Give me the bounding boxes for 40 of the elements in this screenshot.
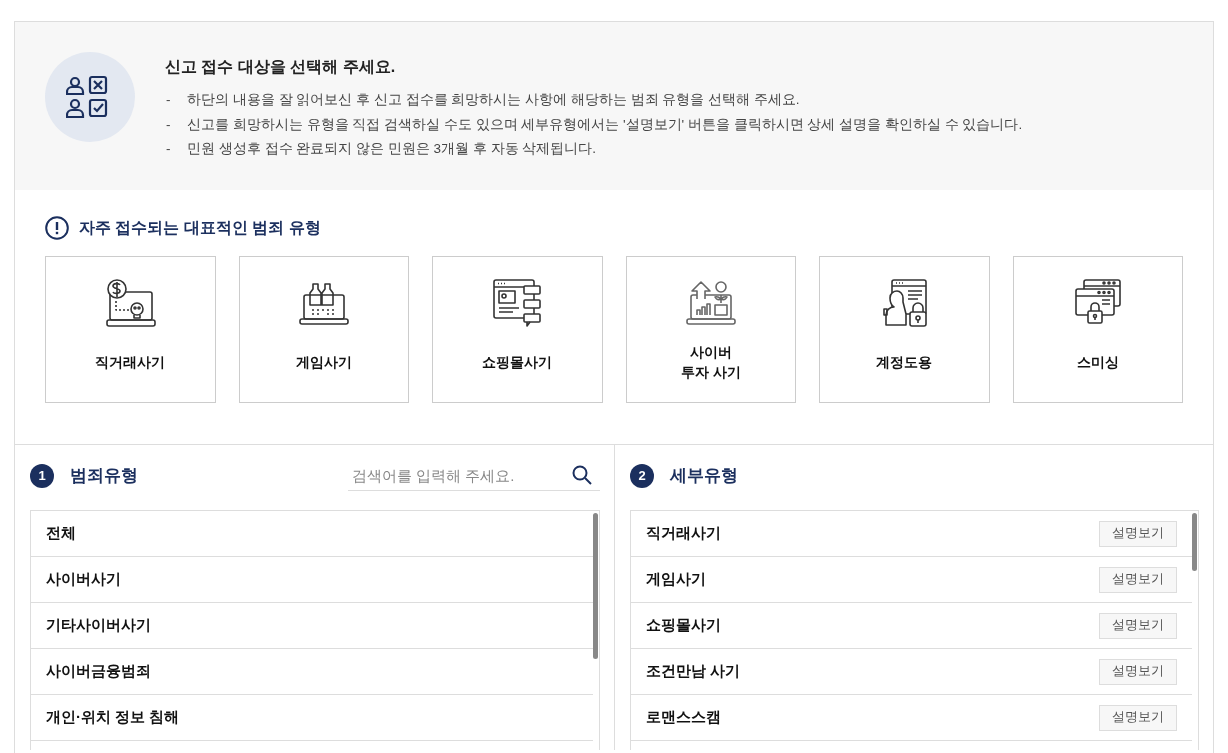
- crime-type-card[interactable]: 사이버 투자 사기: [625, 256, 796, 403]
- panel-title: 세부유형: [670, 464, 738, 487]
- list-item[interactable]: 개인·위치 정보 침해: [31, 695, 593, 741]
- note-text: 하단의 내용을 잘 읽어보신 후 신고 접수를 희망하시는 사항에 해당하는 범죄 유형을 선택해 주세요.: [187, 91, 800, 109]
- scrollbar-thumb[interactable]: [1192, 513, 1197, 571]
- scrollbar-thumb[interactable]: [593, 513, 598, 659]
- details-button[interactable]: 설명보기: [1099, 612, 1177, 639]
- note-text: 신고를 희망하시는 유형을 직접 검색하실 수도 있으며 세부유형에서는 '설명보기' 버튼을 클릭하시면 상세 설명을 확인하실 수 있습니다.: [187, 115, 1023, 134]
- crime-type-card[interactable]: 스미싱: [1012, 256, 1183, 403]
- list-item[interactable]: 사이버사기: [31, 557, 593, 603]
- list-item[interactable]: 전체: [31, 511, 593, 557]
- list-item[interactable]: 쇼핑몰사기: [646, 614, 721, 637]
- note-text: 민원 생성후 접수 완료되지 않은 민원은 3개월 후 자동 삭제됩니다.: [187, 140, 596, 158]
- details-button[interactable]: 설명보기: [1099, 566, 1177, 593]
- list-item[interactable]: 게임사기: [646, 568, 706, 591]
- step-number: 1: [30, 463, 54, 488]
- step-number: 2: [630, 463, 654, 488]
- bullet-dash: -: [165, 115, 172, 134]
- list-item[interactable]: 사이버금융범죄: [31, 649, 593, 695]
- details-button[interactable]: 설명보기: [1099, 658, 1177, 685]
- search-field[interactable]: 검색어를 입력해 주세요.: [352, 461, 572, 489]
- search-icon[interactable]: [572, 465, 592, 485]
- dollar-laptop-icon: [104, 277, 157, 329]
- crime-type-card[interactable]: 게임사기: [238, 256, 409, 403]
- section-title: 자주 접수되는 대표적인 범죄 유형: [79, 218, 321, 238]
- crime-type-card[interactable]: 직거래사기: [45, 256, 216, 403]
- crime-type-card[interactable]: 계정도용: [819, 256, 990, 403]
- list-item[interactable]: 기타사이버사기: [31, 603, 593, 649]
- list-item[interactable]: 직거래사기: [646, 522, 721, 545]
- list-item[interactable]: 조건만남 사기: [646, 660, 741, 683]
- list-item[interactable]: 로맨스스캠: [646, 706, 721, 729]
- exclamation-icon: [45, 216, 69, 240]
- details-button[interactable]: 설명보기: [1099, 704, 1177, 731]
- bullet-dash: -: [165, 91, 172, 109]
- bullet-dash: -: [165, 140, 172, 158]
- panel-title: 범죄유형: [70, 464, 138, 487]
- crime-type-card[interactable]: 쇼핑몰사기: [432, 256, 603, 403]
- details-button[interactable]: 설명보기: [1099, 520, 1177, 547]
- web-chat-icon: [491, 277, 544, 329]
- intro-title: 신고 접수 대상을 선택해 주세요.: [165, 57, 397, 77]
